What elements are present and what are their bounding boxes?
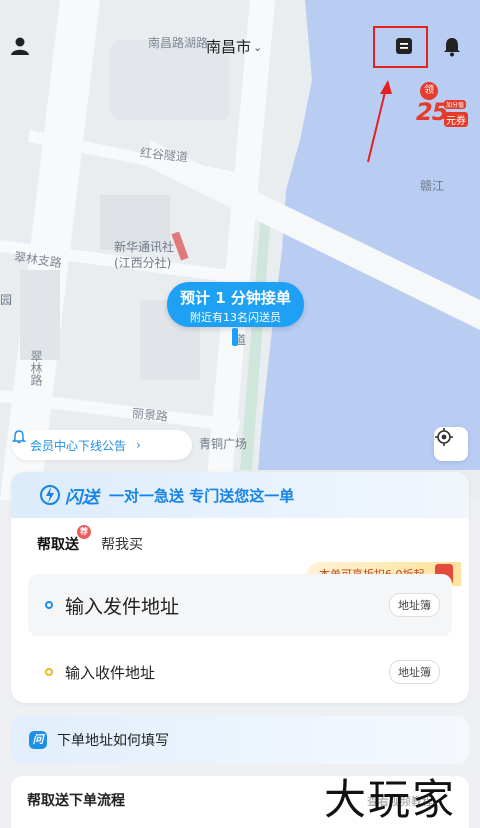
watermark: 大玩家 xyxy=(324,775,457,824)
order-card-header: 闪送 一对一急送 专门送您这一单 xyxy=(11,472,469,518)
order-flow-title: 帮取送下单流程 xyxy=(27,793,125,809)
shansong-logo-icon xyxy=(40,485,60,505)
map-label-yuan: 园 xyxy=(0,293,13,307)
shansong-logo-text: 闪送 xyxy=(65,487,99,508)
pickup-estimate-bubble: 预计 1 分钟接单 附近有13名闪送员 xyxy=(167,282,304,327)
receiver-address-placeholder: 输入收件地址 xyxy=(65,663,156,682)
chevron-right-icon: › xyxy=(136,438,141,452)
coupon-amount: 25 xyxy=(416,98,448,126)
crosshair-icon xyxy=(435,428,453,446)
map-canvas xyxy=(0,0,480,500)
annotation-highlight-box xyxy=(373,26,428,68)
map-view[interactable]: 南昌路湖路 红谷隧道 新华通讯社 (江西分社) 翠林支路 园 翠林路 丽景路 青… xyxy=(0,0,480,500)
notice-text: 会员中心下线公告 xyxy=(30,438,127,453)
address-help-banner[interactable]: 问 下单地址如何填写 xyxy=(11,716,469,764)
locate-button[interactable] xyxy=(434,427,468,461)
map-label-top-road: 南昌路湖路 xyxy=(148,36,209,50)
tab-buy-for-me[interactable]: 帮我买 xyxy=(101,534,143,554)
address-help-text: 下单地址如何填写 xyxy=(57,733,169,749)
sender-address-placeholder: 输入发件地址 xyxy=(65,595,180,618)
pickup-estimate-time: 预计 1 分钟接单 xyxy=(180,289,291,307)
coupon-tag: 加分值 xyxy=(444,100,467,109)
chevron-down-icon: ⌄ xyxy=(253,41,263,54)
tab-pickup-delivery[interactable]: 帮取送 荐 xyxy=(37,525,91,555)
map-label-ganjiang: 赣江 xyxy=(420,179,445,193)
tab-pickup-delivery-label: 帮取送 xyxy=(37,537,79,553)
sender-address-field[interactable]: 输入发件地址 地址簿 xyxy=(28,574,452,636)
sender-dot-icon xyxy=(45,601,53,609)
service-tabs: 帮取送 荐 帮我买 xyxy=(37,525,143,555)
order-card: 闪送 一对一急送 专门送您这一单 帮取送 荐 帮我买 本单可享折扣6.0折起 输… xyxy=(11,472,469,703)
receiver-dot-icon xyxy=(45,668,53,676)
question-icon: 问 xyxy=(29,731,47,749)
coupon-badge[interactable]: 领 25 加分值 元券 xyxy=(414,82,470,128)
city-name: 南昌市 xyxy=(206,38,252,56)
nearby-couriers-count: 附近有13名闪送员 xyxy=(190,311,281,324)
map-label-xinhua-2: (江西分社) xyxy=(114,256,172,270)
map-label-lijing-road: 丽景路 xyxy=(131,406,169,424)
order-card-slogan: 一对一急送 专门送您这一单 xyxy=(109,486,295,505)
coupon-unit: 元券 xyxy=(444,112,468,127)
receiver-address-field[interactable]: 输入收件地址 地址簿 xyxy=(28,650,452,694)
map-label-qingtong-square: 青铜广场 xyxy=(199,437,248,451)
sender-address-book-button[interactable]: 地址簿 xyxy=(389,593,440,617)
bell-icon[interactable] xyxy=(443,37,465,59)
map-label-xinhua-1: 新华通讯社 xyxy=(114,240,175,254)
annotation-arrow xyxy=(367,80,392,163)
receiver-address-book-button[interactable]: 地址簿 xyxy=(389,660,440,684)
notice-banner[interactable]: 会员中心下线公告 › xyxy=(12,430,192,460)
notice-bell-icon xyxy=(12,430,26,444)
map-label-cuilin-road: 翠林路 xyxy=(29,350,43,386)
tab-buy-for-me-label: 帮我买 xyxy=(101,537,143,553)
location-pin-icon xyxy=(232,328,238,346)
recommend-badge: 荐 xyxy=(77,525,91,539)
user-icon[interactable] xyxy=(10,36,34,60)
city-selector[interactable]: 南昌市 ⌄ xyxy=(206,36,262,57)
